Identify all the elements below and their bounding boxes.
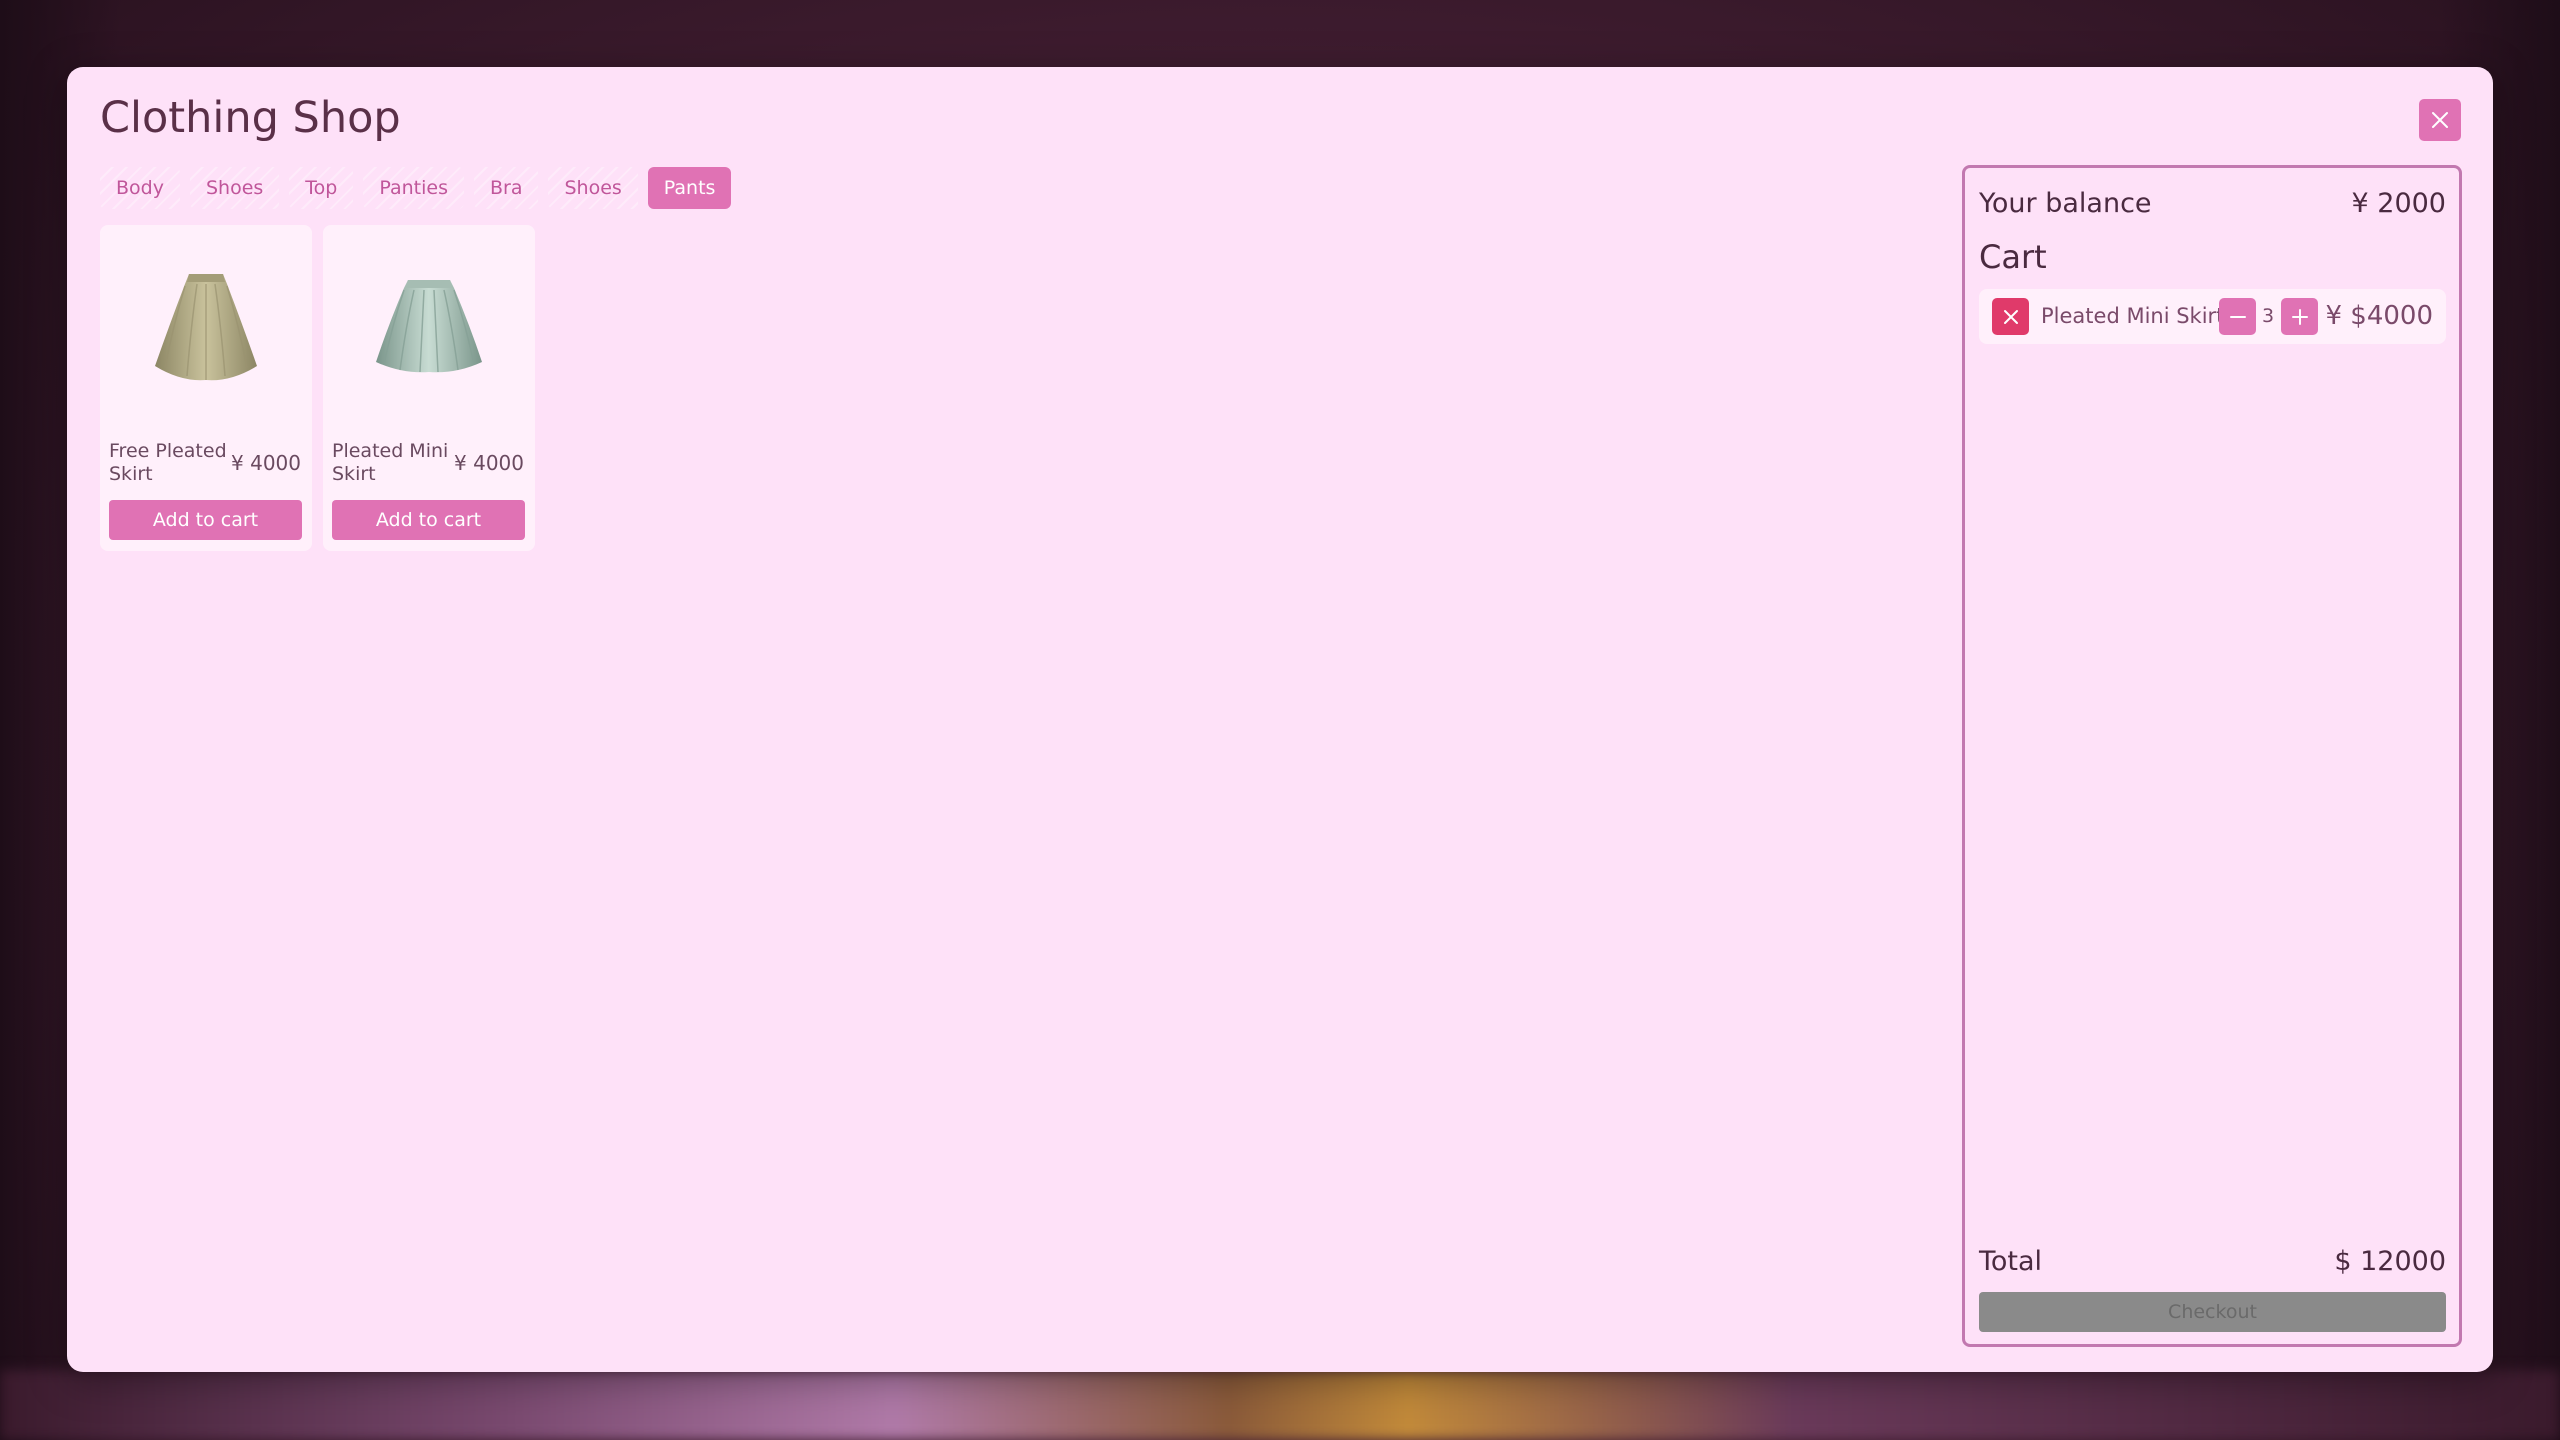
cart-item-name: Pleated Mini Skirt — [2041, 304, 2225, 328]
category-tabs: Body Shoes Top Panties Bra Shoes Pants — [100, 167, 732, 209]
tab-top[interactable]: Top — [289, 167, 354, 209]
product-card: Pleated Mini Skirt ¥ 4000 Add to cart — [323, 225, 535, 551]
product-card: Free Pleated Skirt ¥ 4000 Add to cart — [100, 225, 312, 551]
total-label: Total — [1979, 1246, 2043, 1277]
tab-body[interactable]: Body — [100, 167, 180, 209]
cart-item: Pleated Mini Skirt 3 ¥ $4000 — [1979, 289, 2446, 344]
decrease-quantity-button[interactable] — [2219, 298, 2256, 335]
tab-shoes[interactable]: Shoes — [189, 167, 280, 209]
balance-label: Your balance — [1979, 188, 2152, 219]
skirt-icon — [376, 280, 482, 373]
close-icon — [2432, 112, 2448, 128]
checkout-button[interactable]: Checkout — [1979, 1292, 2446, 1332]
total-value: $ 12000 — [2334, 1246, 2446, 1277]
product-image — [120, 255, 292, 397]
plus-icon — [2291, 308, 2308, 325]
tab-shoes-2[interactable]: Shoes — [548, 167, 638, 209]
increase-quantity-button[interactable] — [2281, 298, 2318, 335]
page-title: Clothing Shop — [100, 93, 401, 143]
shop-modal: Clothing Shop Body Shoes Top Panties Bra… — [67, 67, 2493, 1372]
product-grid: Free Pleated Skirt ¥ 4000 Add to cart Pl… — [100, 225, 535, 551]
tab-bra[interactable]: Bra — [473, 167, 539, 209]
cart-title: Cart — [1979, 238, 2047, 276]
cart-item-price: ¥ $4000 — [2325, 301, 2433, 331]
cart-panel: Your balance ¥ 2000 Cart Pleated Mini Sk… — [1962, 165, 2462, 1347]
skirt-icon — [155, 274, 257, 381]
add-to-cart-button[interactable]: Add to cart — [332, 500, 525, 540]
quantity-value: 3 — [2261, 305, 2275, 327]
tab-pants[interactable]: Pants — [647, 167, 732, 209]
product-price: ¥ 4000 — [454, 451, 524, 475]
remove-item-button[interactable] — [1992, 298, 2029, 335]
background-scene — [0, 1370, 2560, 1440]
tab-panties[interactable]: Panties — [363, 167, 464, 209]
close-button[interactable] — [2419, 99, 2461, 141]
product-price: ¥ 4000 — [231, 451, 301, 475]
add-to-cart-button[interactable]: Add to cart — [109, 500, 302, 540]
product-name: Pleated Mini Skirt — [332, 440, 449, 485]
product-image — [343, 255, 515, 397]
close-icon — [2003, 309, 2018, 324]
minus-icon — [2229, 315, 2246, 318]
product-name: Free Pleated Skirt — [109, 440, 227, 485]
balance-value: ¥ 2000 — [2351, 188, 2446, 219]
